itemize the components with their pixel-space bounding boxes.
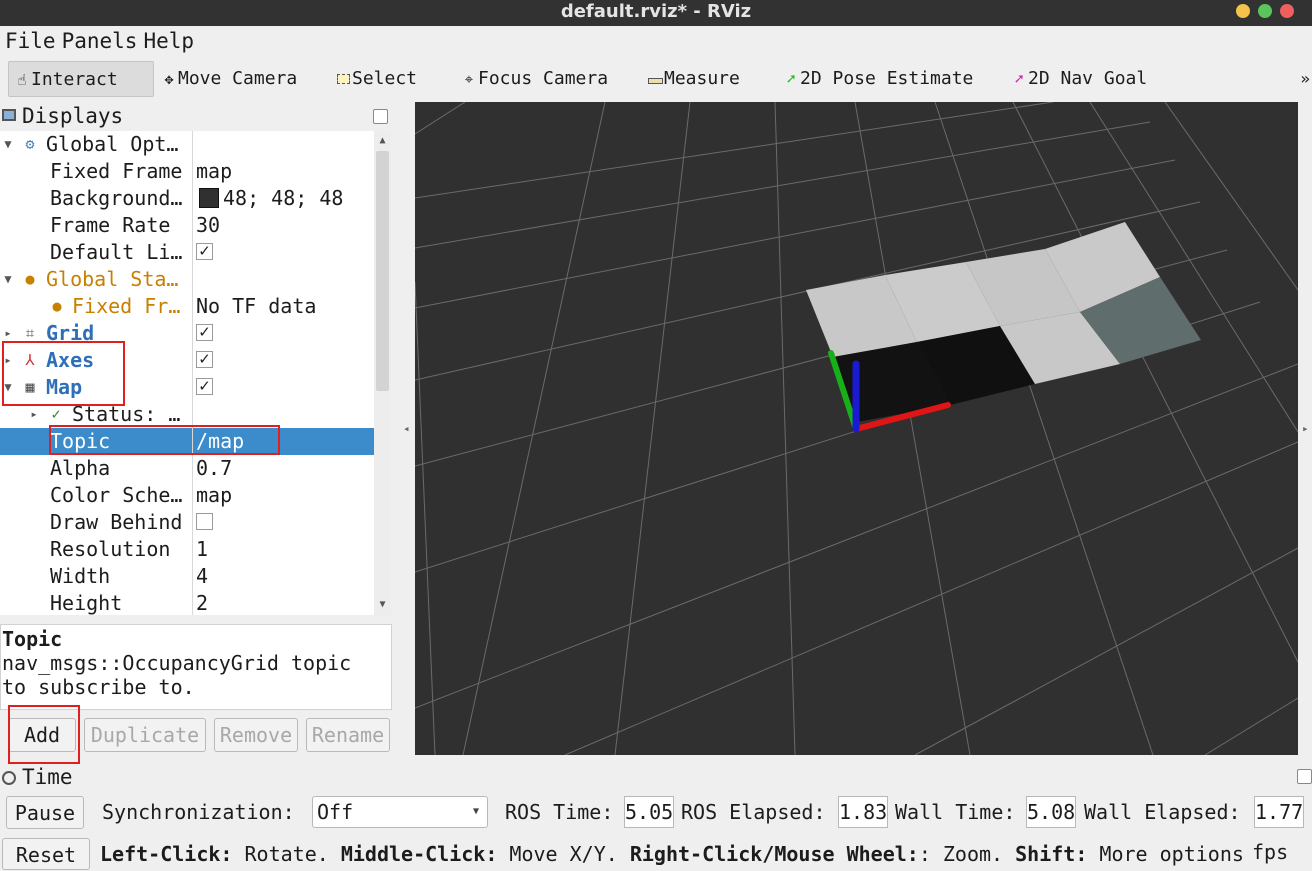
crosshair-icon: ⌖ — [464, 70, 474, 88]
tree-row-alpha[interactable]: Alpha 0.7 — [0, 455, 374, 482]
minimize-button[interactable] — [1236, 4, 1250, 18]
3d-scene[interactable] — [415, 102, 1298, 755]
clock-icon — [2, 771, 16, 785]
pose-estimate-tool[interactable]: ➚ 2D Pose Estimate — [782, 61, 973, 97]
tree-row-default-light[interactable]: Default Li… ✓ — [0, 239, 374, 266]
focus-camera-tool[interactable]: ⌖ Focus Camera — [460, 61, 608, 97]
collapse-right-icon[interactable]: ▸ — [1302, 422, 1309, 435]
close-button[interactable] — [1280, 4, 1294, 18]
description-text: nav_msgs::OccupancyGrid topic to subscri… — [2, 651, 352, 699]
grid-checkbox[interactable]: ✓ — [196, 324, 213, 341]
maximize-button[interactable] — [1258, 4, 1272, 18]
tree-row-background[interactable]: Background… 48; 48; 48 — [0, 185, 374, 212]
menu-help[interactable]: Help — [142, 26, 199, 56]
collapse-left-icon[interactable]: ◂ — [403, 422, 410, 435]
tool-bar: ☝ Interact ✥ Move Camera Select ⌖ Focus Cam… — [0, 57, 1312, 101]
green-arrow-icon: ➚ — [786, 70, 796, 88]
gear-icon: ⚙ — [25, 135, 35, 153]
map-checkbox[interactable]: ✓ — [196, 378, 213, 395]
annotation-box-axes-map — [2, 341, 125, 406]
undock-button[interactable] — [373, 109, 388, 124]
select-tool[interactable]: Select — [334, 61, 417, 97]
menu-file[interactable]: File — [4, 26, 61, 56]
sync-select[interactable]: Off ▼ — [312, 796, 488, 828]
time-panel-title: Time — [0, 764, 1312, 790]
tree-row-global-options[interactable]: ▼ ⚙ Global Opt… — [0, 131, 374, 158]
warning-icon: ● — [52, 297, 62, 315]
scroll-down-icon[interactable]: ▼ — [374, 597, 391, 613]
ros-elapsed-field[interactable]: 1.83 — [838, 796, 888, 828]
warning-icon: ● — [25, 270, 35, 288]
select-box-icon — [334, 61, 352, 97]
default-light-checkbox[interactable]: ✓ — [196, 243, 213, 260]
tree-row-width[interactable]: Width 4 — [0, 563, 374, 590]
tree-row-height[interactable]: Height 2 — [0, 590, 374, 615]
time-bar: Pause Synchronization: Off ▼ ROS Time: 5… — [0, 792, 1312, 832]
tree-row-draw-behind[interactable]: Draw Behind — [0, 509, 374, 536]
annotation-box-add — [8, 705, 80, 764]
tree-row-global-status[interactable]: ▼ ● Global Sta… — [0, 266, 374, 293]
time-undock-button[interactable] — [1297, 769, 1312, 784]
axes-checkbox[interactable]: ✓ — [196, 351, 213, 368]
wall-elapsed-label: Wall Elapsed: — [1084, 800, 1241, 824]
toolbar-overflow-button[interactable]: » — [1300, 69, 1310, 88]
dropdown-caret-icon: ▼ — [472, 806, 479, 817]
menu-bar: File Panels Help — [0, 26, 1312, 56]
ros-elapsed-label: ROS Elapsed: — [681, 800, 826, 824]
status-bar: Reset Left-Click: Rotate. Middle-Click: … — [0, 836, 1312, 871]
scrollbar-thumb[interactable] — [376, 151, 389, 391]
reset-button[interactable]: Reset — [2, 838, 90, 870]
hand-pointer-icon: ☝ — [17, 71, 27, 89]
color-swatch[interactable] — [199, 188, 219, 208]
draw-behind-checkbox[interactable] — [196, 513, 213, 530]
pause-button[interactable]: Pause — [6, 796, 84, 829]
ruler-icon — [646, 61, 664, 97]
nav-goal-tool[interactable]: ➚ 2D Nav Goal — [1010, 61, 1147, 97]
wall-time-label: Wall Time: — [895, 800, 1016, 824]
ros-time-field[interactable]: 5.05 — [624, 796, 674, 828]
annotation-box-topic — [49, 425, 280, 455]
property-description: Topic nav_msgs::OccupancyGrid topic to s… — [0, 624, 392, 710]
tree-row-color-scheme[interactable]: Color Sche… map — [0, 482, 374, 509]
window-title-bar: default.rviz* - RViz — [0, 0, 1312, 26]
occupancy-map — [806, 222, 1201, 422]
sync-label: Synchronization: — [102, 800, 295, 824]
tree-row-frame-rate[interactable]: Frame Rate 30 — [0, 212, 374, 239]
expand-down-icon[interactable]: ▼ — [2, 131, 14, 158]
menu-panels[interactable]: Panels — [61, 26, 143, 56]
duplicate-button[interactable]: Duplicate — [84, 718, 206, 752]
status-hint: Left-Click: Rotate. Middle-Click: Move X… — [100, 842, 1246, 866]
measure-tool[interactable]: Measure — [646, 61, 740, 97]
column-divider — [192, 131, 193, 615]
interact-tool[interactable]: ☝ Interact — [8, 61, 154, 97]
scroll-up-icon[interactable]: ▲ — [374, 133, 391, 149]
tree-scrollbar[interactable]: ▲ ▼ — [374, 131, 391, 615]
remove-button[interactable]: Remove — [214, 718, 298, 752]
description-title: Topic — [2, 627, 63, 651]
fps-label: fps — [1252, 840, 1289, 864]
window-title: default.rviz* - RViz — [560, 1, 752, 22]
move-arrows-icon: ✥ — [164, 70, 174, 88]
monitor-icon — [2, 109, 16, 121]
rename-button[interactable]: Rename — [306, 718, 390, 752]
move-camera-tool[interactable]: ✥ Move Camera — [160, 61, 297, 97]
tree-row-resolution[interactable]: Resolution 1 — [0, 536, 374, 563]
tree-row-fixed-frame-status[interactable]: ● Fixed Fr… No TF data — [0, 293, 374, 320]
render-viewport[interactable] — [415, 102, 1298, 755]
ros-time-label: ROS Time: — [505, 800, 614, 824]
expand-down-icon[interactable]: ▼ — [2, 266, 14, 293]
magenta-arrow-icon: ➚ — [1014, 70, 1024, 88]
displays-panel-title: Displays — [0, 102, 392, 130]
wall-elapsed-field[interactable]: 1.77 — [1254, 796, 1304, 828]
wall-time-field[interactable]: 5.08 — [1026, 796, 1076, 828]
tree-row-fixed-frame[interactable]: Fixed Frame map — [0, 158, 374, 185]
